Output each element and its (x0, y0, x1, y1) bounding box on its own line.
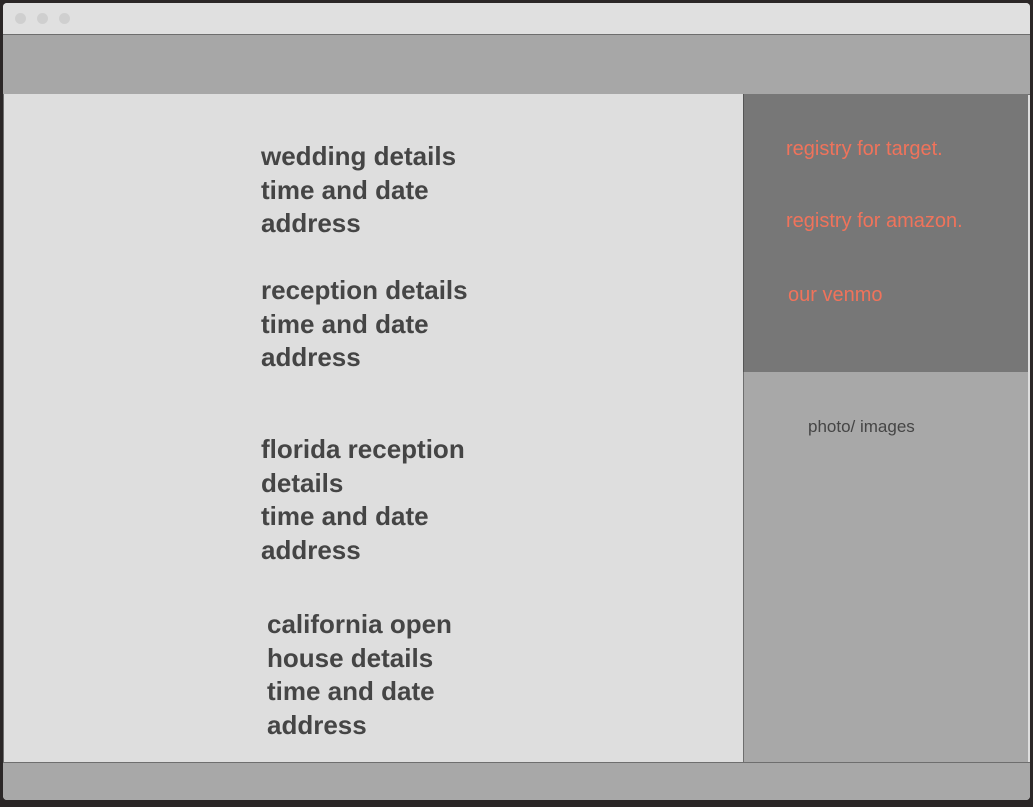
section-heading: reception details (261, 275, 468, 305)
section-address: address (261, 534, 361, 565)
window-titlebar (3, 3, 1030, 35)
window-minimize-dot[interactable] (37, 13, 48, 24)
venmo-link[interactable]: our venmo (788, 284, 883, 307)
section-address: address (267, 709, 367, 740)
window-maximize-dot[interactable] (59, 13, 70, 24)
section-address: address (261, 342, 361, 372)
page-header (3, 34, 1030, 95)
section-heading: florida reception (261, 434, 465, 464)
section-heading: california open (267, 609, 452, 639)
target-registry-link[interactable]: registry for target. (786, 138, 943, 161)
photo-placeholder-label: photo/ images (808, 417, 915, 436)
registry-links-panel: registry for target. registry for amazon… (743, 94, 1028, 373)
section-time-date: time and date (267, 676, 435, 706)
photo-panel: photo/ images (743, 372, 1028, 762)
main-content: wedding details time and date address re… (3, 94, 744, 762)
section-heading: wedding details (261, 141, 457, 171)
section-heading-cont: details (261, 467, 344, 498)
california-open-house-section: california open house details time and d… (267, 608, 452, 742)
florida-reception-section: florida reception details time and date … (261, 433, 465, 567)
amazon-registry-link[interactable]: registry for amazon. (786, 210, 963, 233)
page-footer (3, 762, 1030, 800)
section-time-date: time and date (261, 308, 429, 339)
window-close-dot[interactable] (15, 13, 26, 24)
section-time-date: time and date (261, 174, 429, 205)
section-heading-cont: house details (267, 642, 434, 673)
browser-window: wedding details time and date address re… (3, 3, 1030, 800)
wedding-details-section: wedding details time and date address (261, 140, 456, 241)
section-address: address (261, 208, 361, 238)
section-time-date: time and date (261, 501, 429, 531)
reception-details-section: reception details time and date address (261, 274, 468, 375)
